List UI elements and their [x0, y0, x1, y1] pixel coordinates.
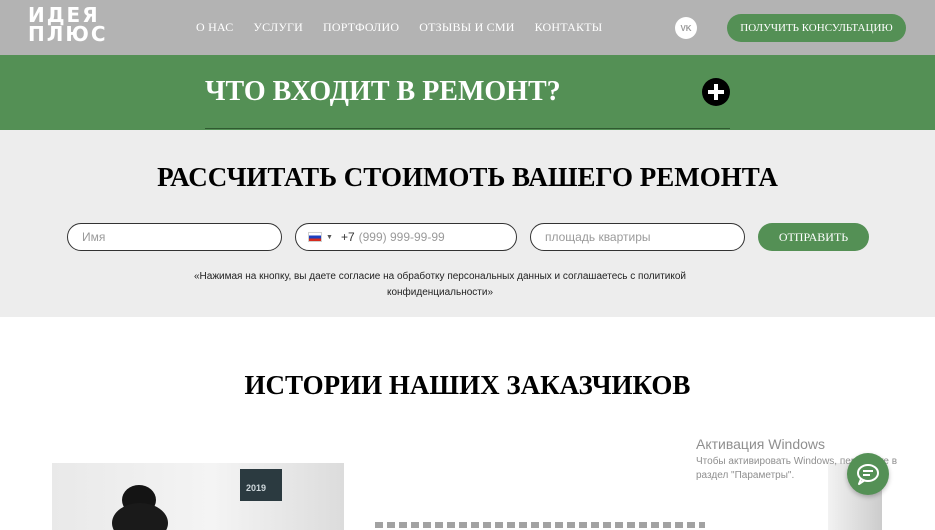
vk-icon-label: VK [680, 23, 692, 33]
apartment-area-input[interactable]: площадь квартиры [530, 223, 745, 251]
name-input[interactable]: Имя [67, 223, 282, 251]
customer-photo: 2019 [52, 463, 344, 530]
nav-item-services[interactable]: УСЛУГИ [253, 20, 303, 35]
stories-title: ИСТОРИИ НАШИХ ЗАКАЗЧИКОВ [244, 370, 691, 400]
main-nav: О НАС УСЛУГИ ПОРТФОЛИО ОТЗЫВЫ И СМИ КОНТ… [196, 20, 602, 35]
calendar-text: 2019 [246, 483, 267, 493]
consent-text: «Нажимая на кнопку, вы даете согласие на… [190, 269, 690, 301]
chevron-down-icon[interactable]: ▼ [326, 234, 333, 241]
person-head [112, 503, 168, 530]
repair-includes-accordion[interactable]: ЧТО ВХОДИТ В РЕМОНТ? [0, 55, 935, 130]
phone-placeholder: (999) 999-99-99 [358, 230, 445, 244]
accordion-divider [205, 128, 730, 129]
nav-item-portfolio[interactable]: ПОРТФОЛИО [323, 20, 399, 35]
vk-icon[interactable]: VK [675, 17, 697, 39]
site-header: ИДЕЯ ПЛЮС О НАС УСЛУГИ ПОРТФОЛИО ОТЗЫВЫ … [0, 0, 935, 55]
phone-input[interactable]: ▼ +7 (999) 999-99-99 [295, 223, 517, 251]
activation-title: Активация Windows [696, 436, 826, 452]
chat-button[interactable] [847, 453, 889, 495]
phone-country-code: +7 [340, 230, 355, 244]
russia-flag-icon[interactable] [308, 232, 322, 242]
get-consultation-button[interactable]: ПОЛУЧИТЬ КОНСУЛЬТАЦИЮ [727, 14, 906, 42]
accordion-title: ЧТО ВХОДИТ В РЕМОНТ? [205, 76, 561, 107]
wall-calendar: 2019 [240, 469, 282, 501]
nav-item-reviews[interactable]: ОТЗЫВЫ И СМИ [419, 20, 514, 35]
cost-calculator-section: РАССЧИТАТЬ СТОИМОТЬ ВАШЕГО РЕМОНТА Имя ▼… [0, 130, 935, 317]
chat-bubble-icon [857, 464, 879, 485]
consent-line-1: «Нажимая на кнопку, вы даете согласие на… [193, 271, 687, 282]
nav-item-contacts[interactable]: КОНТАКТЫ [535, 20, 603, 35]
logo-line-2: ПЛЮС [28, 22, 108, 46]
send-button[interactable]: ОТПРАВИТЬ [758, 223, 869, 251]
story-text-preview [375, 522, 705, 528]
plus-circle-icon[interactable] [702, 78, 730, 106]
name-placeholder: Имя [82, 230, 106, 244]
logo[interactable]: ИДЕЯ ПЛЮС [28, 5, 108, 46]
calculator-title: РАССЧИТАТЬ СТОИМОТЬ ВАШЕГО РЕМОНТА [157, 162, 778, 192]
consent-line-2[interactable]: конфиденциальности» [190, 285, 690, 301]
area-placeholder: площадь квартиры [545, 230, 651, 244]
nav-item-about[interactable]: О НАС [196, 20, 233, 35]
